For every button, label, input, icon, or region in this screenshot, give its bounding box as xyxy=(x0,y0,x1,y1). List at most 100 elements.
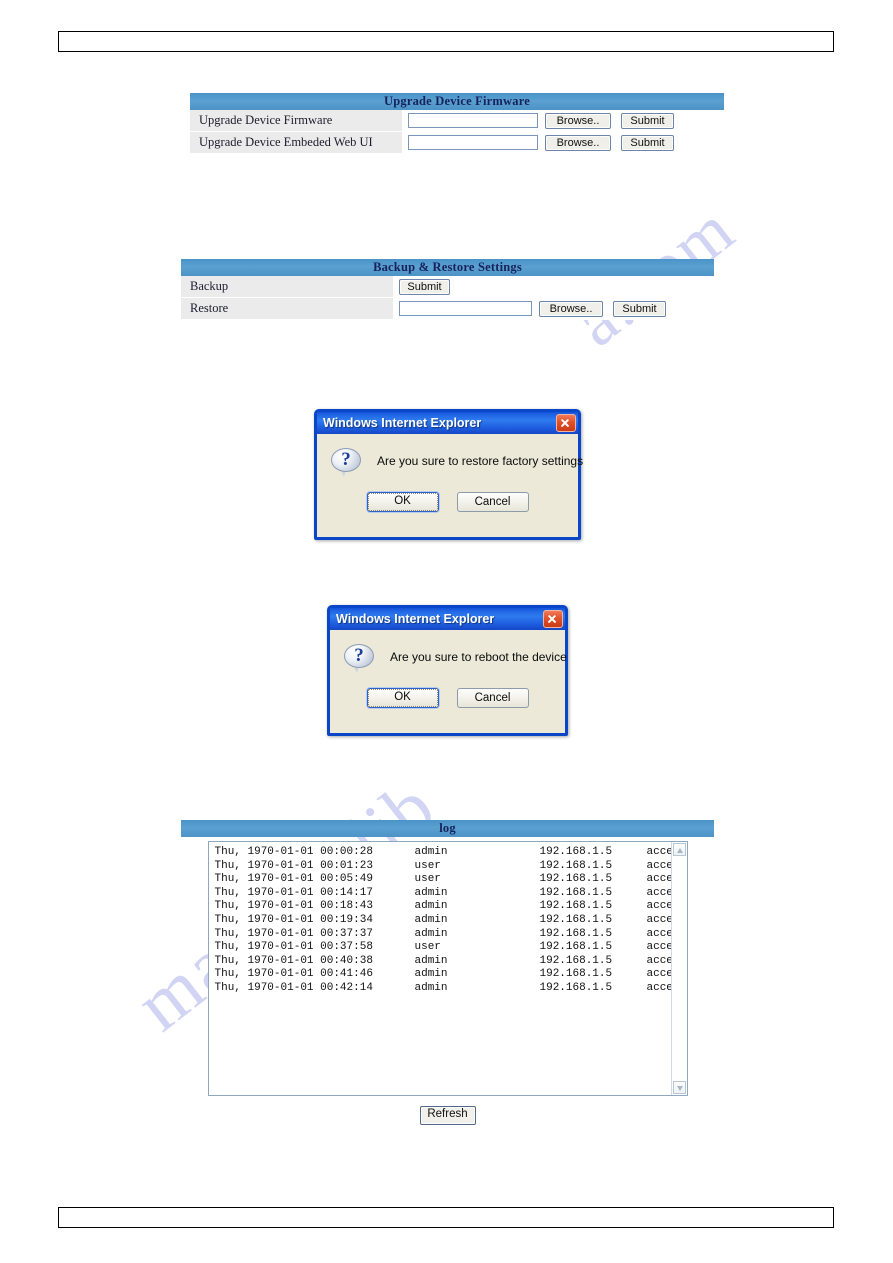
reboot-dialog-ok-label: OK xyxy=(367,689,438,707)
log-entries-list: Thu, 1970-01-01 00:00:28 admin 192.168.1.5… xyxy=(209,842,671,1095)
upgrade-firmware-submit-button[interactable]: Submit xyxy=(621,112,674,129)
log-entry-timestamp: Thu, 1970-01-01 00:19:34 xyxy=(214,913,373,926)
log-entry-ip: 192.168.1.5 xyxy=(539,900,613,913)
log-entry-ip: 192.168.1.5 xyxy=(539,846,613,858)
log-entry-timestamp: Thu, 1970-01-01 00:37:37 xyxy=(214,927,373,940)
upgrade-firmware-row: Upgrade Device Firmware Browse.. Submit xyxy=(190,110,724,132)
log-entry-timestamp: Thu, 1970-01-01 00:01:23 xyxy=(214,859,373,872)
upgrade-firmware-browse-button[interactable]: Browse.. xyxy=(545,112,611,129)
log-entry-action: access xyxy=(646,886,671,899)
reboot-dialog-cancel-button[interactable]: Cancel xyxy=(456,688,529,708)
log-entry-user: admin xyxy=(414,900,448,913)
log-entry-action: access xyxy=(646,968,671,981)
reboot-dialog-titlebar: Windows Internet Explorer xyxy=(330,608,565,630)
log-entry-timestamp: Thu, 1970-01-01 00:18:43 xyxy=(214,900,373,913)
log-textarea[interactable]: Thu, 1970-01-01 00:00:28 admin 192.168.1.5… xyxy=(207,841,688,1096)
log-entry-timestamp: Thu, 1970-01-01 00:42:14 xyxy=(214,981,373,994)
close-icon[interactable] xyxy=(556,414,576,432)
log-scrollbar[interactable] xyxy=(670,842,687,1095)
log-entry-ip: 192.168.1.5 xyxy=(539,927,613,940)
log-entry-user: admin xyxy=(414,968,448,981)
upgrade-webui-row: Upgrade Device Embeded Web UI Browse.. S… xyxy=(190,132,724,154)
upgrade-webui-label: Upgrade Device Embeded Web UI xyxy=(199,135,373,149)
restore-submit-button[interactable]: Submit xyxy=(613,300,666,317)
log-entry-user: user xyxy=(414,873,441,886)
log-entry-ip: 192.168.1.5 xyxy=(539,913,613,926)
log-entry-timestamp: Thu, 1970-01-01 00:41:46 xyxy=(214,968,373,981)
backup-row: Backup Submit xyxy=(181,276,714,298)
upgrade-webui-submit-button[interactable]: Submit xyxy=(621,134,674,151)
log-entry-timestamp: Thu, 1970-01-01 00:05:49 xyxy=(214,873,373,886)
log-entry-user: admin xyxy=(414,846,448,858)
log-entry-action: access xyxy=(646,873,671,886)
upgrade-firmware-file-input[interactable] xyxy=(408,113,538,128)
reboot-device-dialog: Windows Internet Explorer ? Are you sure… xyxy=(327,605,568,736)
log-entry-ip: 192.168.1.5 xyxy=(539,873,613,886)
log-entry-ip: 192.168.1.5 xyxy=(539,941,613,954)
reboot-dialog-ok-button[interactable]: OK xyxy=(366,688,439,708)
log-entry-row: Thu, 1970-01-01 00:42:14 admin 192.168.1.5… xyxy=(215,982,671,996)
log-entry-row: Thu, 1970-01-01 00:00:28 admin 192.168.1.5… xyxy=(215,846,671,860)
log-refresh-button[interactable]: Refresh xyxy=(419,1106,476,1125)
log-entry-row: Thu, 1970-01-01 00:19:34 admin 192.168.1.5… xyxy=(215,914,671,928)
log-entry-row: Thu, 1970-01-01 00:05:49 user 192.168.1.5 a… xyxy=(215,873,671,887)
restore-dialog-title: Windows Internet Explorer xyxy=(323,416,482,430)
log-entry-user: admin xyxy=(414,886,448,899)
restore-dialog-titlebar: Windows Internet Explorer xyxy=(317,412,578,434)
log-entry-user: user xyxy=(414,941,441,954)
restore-file-input[interactable] xyxy=(399,301,532,316)
close-icon[interactable] xyxy=(543,610,563,628)
log-entry-action: access xyxy=(646,900,671,913)
log-entry-action: access xyxy=(646,927,671,940)
log-entry-row: Thu, 1970-01-01 00:41:46 admin 192.168.1.5… xyxy=(215,968,671,982)
restore-dialog-ok-button[interactable]: OK xyxy=(366,492,439,512)
upgrade-webui-file-input[interactable] xyxy=(408,135,538,150)
page-header-bar xyxy=(58,31,834,52)
log-entry-action: access xyxy=(646,954,671,967)
backup-label: Backup xyxy=(190,279,229,293)
reboot-dialog-title: Windows Internet Explorer xyxy=(336,612,495,626)
restore-label: Restore xyxy=(190,301,229,315)
restore-dialog-cancel-button[interactable]: Cancel xyxy=(456,492,529,512)
scroll-up-icon[interactable] xyxy=(672,843,686,856)
log-entry-action: access xyxy=(646,913,671,926)
log-entry-action: access xyxy=(646,981,671,994)
log-refresh-row: Refresh xyxy=(181,1104,714,1125)
log-entry-ip: 192.168.1.5 xyxy=(539,859,613,872)
upgrade-panel-title: Upgrade Device Firmware xyxy=(190,93,724,110)
reboot-dialog-buttons: OK Cancel xyxy=(330,678,565,719)
backup-submit-button[interactable]: Submit xyxy=(399,278,450,295)
restore-row: Restore Browse.. Submit xyxy=(181,298,714,320)
restore-factory-settings-dialog: Windows Internet Explorer ? Are you sure… xyxy=(314,409,583,540)
log-entry-ip: 192.168.1.5 xyxy=(539,981,613,994)
restore-dialog-buttons: OK Cancel xyxy=(317,482,578,523)
log-entry-user: admin xyxy=(414,927,448,940)
log-entry-user: admin xyxy=(414,913,448,926)
restore-browse-button[interactable]: Browse.. xyxy=(539,300,603,317)
upgrade-webui-browse-button[interactable]: Browse.. xyxy=(545,134,611,151)
log-panel: log Thu, 1970-01-01 00:00:28 admin 192.168… xyxy=(181,820,714,1125)
upgrade-firmware-label: Upgrade Device Firmware xyxy=(199,113,333,127)
log-entry-timestamp: Thu, 1970-01-01 00:37:58 xyxy=(214,941,373,954)
page-footer-bar xyxy=(58,1207,834,1228)
scroll-down-icon[interactable] xyxy=(672,1081,686,1094)
log-entry-row: Thu, 1970-01-01 00:01:23 user 192.168.1.5 a… xyxy=(215,860,671,874)
backup-field-cell: Submit xyxy=(393,276,714,297)
question-icon: ? xyxy=(331,448,363,478)
backup-panel-title: Backup & Restore Settings xyxy=(181,259,714,276)
log-entry-timestamp: Thu, 1970-01-01 00:14:17 xyxy=(214,886,373,899)
log-entry-user: user xyxy=(414,859,441,872)
log-entry-action: access xyxy=(646,941,671,954)
log-entry-row: Thu, 1970-01-01 00:18:43 admin 192.168.1.5… xyxy=(215,900,671,914)
log-entry-action: access xyxy=(646,846,671,858)
backup-restore-settings-panel: Backup & Restore Settings Backup Submit … xyxy=(181,259,714,320)
log-entry-row: Thu, 1970-01-01 00:37:37 admin 192.168.1.5… xyxy=(215,928,671,942)
restore-dialog-body: ? Are you sure to restore factory settin… xyxy=(317,434,583,482)
log-entry-ip: 192.168.1.5 xyxy=(539,886,613,899)
log-entry-row: Thu, 1970-01-01 00:37:58 user 192.168.1.5 a… xyxy=(215,941,671,955)
log-entry-action: access xyxy=(646,859,671,872)
restore-dialog-ok-label: OK xyxy=(367,493,438,511)
log-entry-row: Thu, 1970-01-01 00:14:17 admin 192.168.1.5… xyxy=(215,887,671,901)
log-entry-ip: 192.168.1.5 xyxy=(539,954,613,967)
log-entry-user: admin xyxy=(414,981,448,994)
